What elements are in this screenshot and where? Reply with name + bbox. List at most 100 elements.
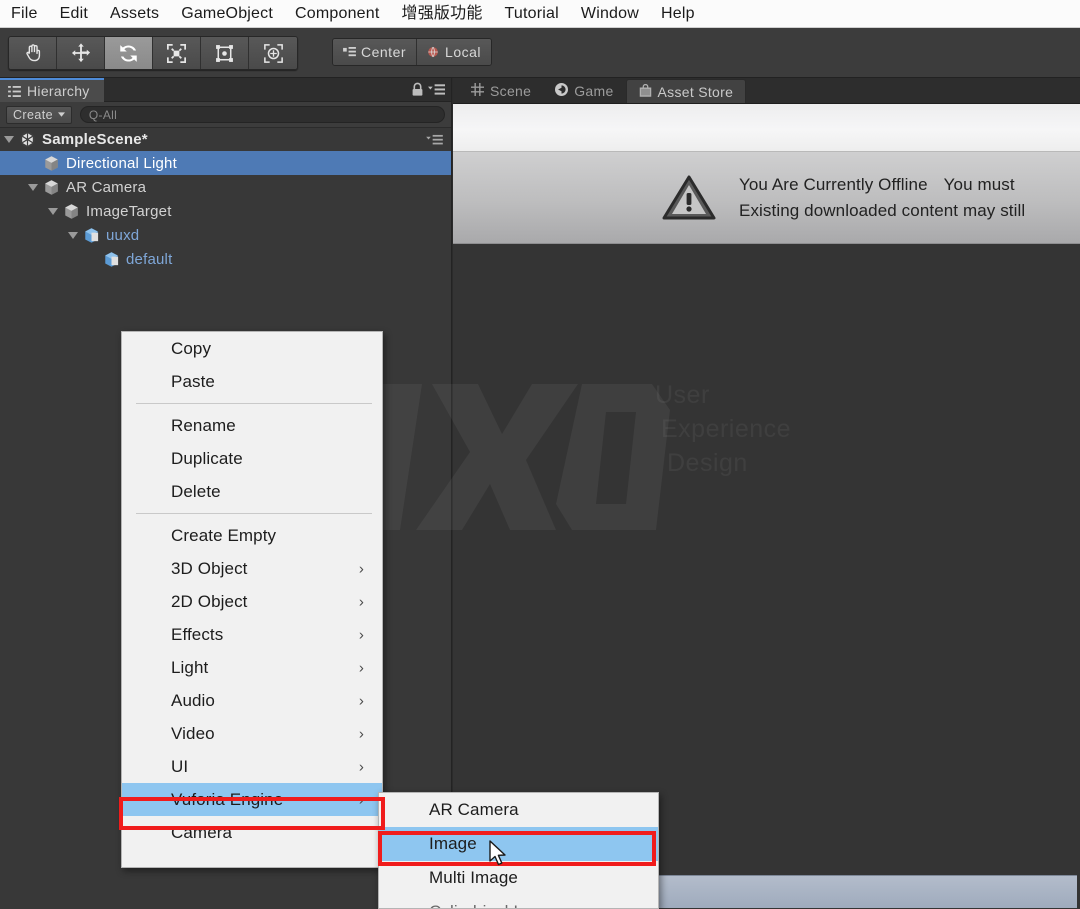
submenu-arrow-icon: ›: [358, 692, 364, 709]
menu-item-gameobject[interactable]: GameObject: [170, 0, 284, 28]
context-menu-item-label: Create Empty: [171, 525, 277, 545]
gameobject-cube-icon: [43, 179, 66, 196]
panel-menu-icon: [428, 84, 445, 95]
menu-item-help[interactable]: Help: [650, 0, 706, 28]
hierarchy-item-label: default: [126, 250, 173, 268]
grid-icon: [471, 83, 484, 99]
context-menu-item-label: Light: [171, 657, 209, 677]
submenu-item-multi-image[interactable]: Multi Image: [379, 861, 658, 895]
submenu-item-cylindrical-image[interactable]: Cylindrical Image: [379, 895, 658, 908]
context-menu-item-effects[interactable]: Effects ›: [122, 618, 382, 651]
submenu-arrow-icon: ›: [358, 560, 364, 577]
gameobject-cube-icon: [83, 227, 106, 244]
hierarchy-item-imagetarget[interactable]: ImageTarget: [0, 199, 451, 223]
menu-item-window[interactable]: Window: [570, 0, 650, 28]
unity-scene-icon: [19, 131, 36, 148]
context-menu-item-video[interactable]: Video ›: [122, 717, 382, 750]
context-menu-item-light[interactable]: Light ›: [122, 651, 382, 684]
pivot-space-group: Center Local: [332, 38, 492, 66]
search-placeholder: Q-All: [88, 107, 118, 122]
scene-menu-icon: [426, 134, 443, 145]
pivot-mode-button[interactable]: Center: [333, 39, 418, 65]
context-menu-item-delete[interactable]: Delete: [122, 475, 382, 508]
hierarchy-tab-icons: [411, 82, 445, 97]
create-button[interactable]: Create: [6, 105, 72, 124]
context-menu-item-label: 3D Object: [171, 558, 248, 578]
context-menu-item-create-empty[interactable]: Create Empty: [122, 519, 382, 552]
search-input[interactable]: Q-All: [79, 106, 445, 123]
submenu-item-ar-camera[interactable]: AR Camera: [379, 793, 658, 827]
rect-tool-button[interactable]: [201, 37, 249, 69]
context-menu-item-ui[interactable]: UI ›: [122, 750, 382, 783]
menu-item-file[interactable]: File: [0, 0, 49, 28]
context-menu-item-label: UI: [171, 756, 189, 776]
store-icon: [639, 83, 652, 100]
scene-root-row[interactable]: SampleScene*: [0, 128, 451, 151]
context-menu-separator: [136, 513, 372, 514]
lock-icon: [412, 82, 423, 96]
menu-item-增强版功能[interactable]: 增强版功能: [391, 0, 494, 28]
rotate-tool-button[interactable]: [105, 37, 153, 69]
menu-item-component[interactable]: Component: [284, 0, 391, 28]
move-tool-button[interactable]: [57, 37, 105, 69]
context-menu-separator: [136, 403, 372, 404]
hierarchy-item-label: AR Camera: [66, 178, 147, 196]
asset-store-panel: Scene Game Asset Store You Are Currently O…: [453, 78, 1080, 909]
gameobject-context-menu: Copy Paste Rename Duplicate Delete Create Emp…: [121, 331, 383, 868]
tab-label: Asset Store: [657, 83, 734, 100]
submenu-item-image[interactable]: Image: [379, 827, 658, 861]
context-menu-item-camera[interactable]: Camera: [122, 816, 382, 849]
scene-name-label: SampleScene*: [42, 131, 148, 148]
menu-bar: File Edit Assets GameObject Component 增强版功能 Tu…: [0, 0, 1080, 28]
space-mode-button[interactable]: Local: [417, 39, 491, 65]
hand-tool-button[interactable]: [9, 37, 57, 69]
submenu-item-label: AR Camera: [429, 800, 519, 819]
vuforia-engine-submenu: AR Camera Image Multi Image Cylindrical Ima…: [378, 792, 659, 909]
context-menu-item-paste[interactable]: Paste: [122, 365, 382, 398]
hierarchy-tab-row: Hierarchy: [0, 78, 451, 102]
gameobject-cube-icon: [43, 155, 66, 172]
hierarchy-item-directional-light[interactable]: Directional Light: [0, 151, 451, 175]
context-menu-item-copy[interactable]: Copy: [122, 332, 382, 365]
context-menu-item-audio[interactable]: Audio ›: [122, 684, 382, 717]
tab-scene[interactable]: Scene: [459, 79, 543, 103]
tab-hierarchy[interactable]: Hierarchy: [0, 78, 104, 102]
create-button-label: Create: [13, 107, 53, 122]
disclosure-triangle-icon[interactable]: [48, 207, 58, 215]
menu-item-edit[interactable]: Edit: [49, 0, 99, 28]
context-menu-item-3d-object[interactable]: 3D Object ›: [122, 552, 382, 585]
context-menu-item-duplicate[interactable]: Duplicate: [122, 442, 382, 475]
context-menu-item-label: Copy: [171, 338, 212, 358]
submenu-arrow-icon: ›: [358, 725, 364, 742]
hierarchy-item-default[interactable]: default: [0, 247, 451, 271]
context-menu-item-label: Rename: [171, 415, 236, 435]
scene-disclosure-icon[interactable]: [4, 136, 14, 143]
submenu-arrow-icon: ›: [358, 626, 364, 643]
chevron-down-icon: [57, 112, 65, 117]
tab-asset-store[interactable]: Asset Store: [625, 79, 747, 103]
disclosure-triangle-icon[interactable]: [28, 183, 38, 191]
offline-warning-suffix: You must: [943, 174, 1015, 194]
hierarchy-item-uuxd[interactable]: uuxd: [0, 223, 451, 247]
context-menu-item-2d-object[interactable]: 2D Object ›: [122, 585, 382, 618]
context-menu-item-label: Effects: [171, 624, 224, 644]
hierarchy-item-ar-camera[interactable]: AR Camera: [0, 175, 451, 199]
scale-tool-button[interactable]: [153, 37, 201, 69]
context-menu-item-label: Paste: [171, 371, 215, 391]
transform-tool-button[interactable]: [249, 37, 297, 69]
offline-warning-text: You Are Currently Offline You must Existi…: [739, 172, 1025, 224]
menu-item-assets[interactable]: Assets: [99, 0, 170, 28]
transform-tools-group: [8, 36, 298, 70]
tab-hierarchy-label: Hierarchy: [27, 83, 90, 99]
context-menu-item-label: 2D Object: [171, 591, 248, 611]
context-menu-item-vuforia-engine[interactable]: Vuforia Engine ›: [122, 783, 382, 816]
context-menu-item-label: Duplicate: [171, 448, 243, 468]
context-menu-item-label: Delete: [171, 481, 221, 501]
disclosure-triangle-icon[interactable]: [68, 231, 78, 239]
hierarchy-item-label: uuxd: [106, 226, 140, 244]
context-menu-item-rename[interactable]: Rename: [122, 409, 382, 442]
menu-item-tutorial[interactable]: Tutorial: [494, 0, 570, 28]
tab-game[interactable]: Game: [543, 79, 625, 103]
space-mode-label: Local: [445, 44, 481, 60]
view-tab-row: Scene Game Asset Store: [453, 78, 1080, 104]
